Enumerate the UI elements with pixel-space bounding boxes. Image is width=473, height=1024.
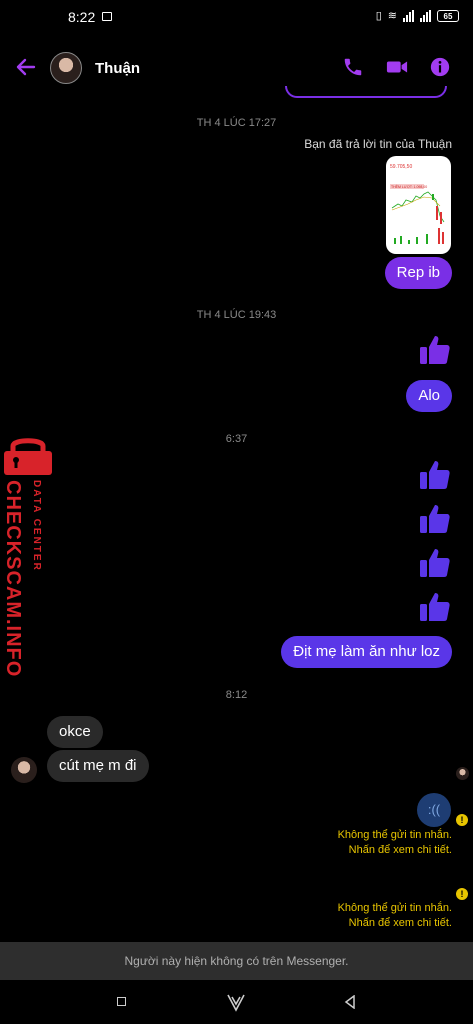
reply-note: Bạn đã trả lời tin của Thuận [304,137,452,151]
contact-name[interactable]: Thuận [95,60,140,77]
chart-thumbnail: 59.705,50 THÊM LƯỢT: 1.098,00 [390,164,445,244]
thumbs-up-icon[interactable] [418,546,452,580]
home-button[interactable] [226,992,246,1012]
timestamp: 8:12 [225,689,248,701]
signal-icon [403,9,414,22]
send-error[interactable]: Không thể gửi tin nhắn. Nhấn để xem chi … [338,828,452,858]
warning-icon: ! [456,888,468,900]
seen-avatar [456,767,469,780]
incoming-message[interactable]: okce [47,716,103,748]
timestamp: 6:37 [225,433,248,445]
system-nav-bar [0,980,473,1024]
warning-icon: ! [456,814,468,826]
watermark-main: CHECKSCAM.INFO [2,480,26,677]
info-icon[interactable] [429,56,451,78]
battery-icon: 65 [437,9,459,22]
thumbs-up-icon[interactable] [418,590,452,624]
failed-message[interactable]: :(( [417,793,451,827]
watermark-top-text: DATA CENTER [31,480,42,572]
watermark: DATA CENTER CHECKSCAM.INFO [2,436,54,677]
send-error[interactable]: Không thể gửi tin nhắn. Nhấn để xem chi … [338,901,452,931]
status-icons: ▯ ≋ 65 [376,9,459,22]
status-time: 8:22 [68,9,96,25]
stock-chart-image[interactable]: 59.705,50 THÊM LƯỢT: 1.098,00 [386,156,451,254]
status-bar: 8:22 ▯ ≋ 65 [0,0,473,34]
phone-call-icon[interactable] [342,56,364,78]
unavailable-notice: Người này hiện không có trên Messenger. [0,942,473,980]
wifi-icon: ≋ [387,10,397,22]
message-rep-ib[interactable]: Rep ib [384,257,452,289]
avatar[interactable] [50,52,82,84]
video-call-icon[interactable] [385,56,409,78]
recent-apps-button[interactable] [117,997,126,1006]
timestamp: TH 4 LÚC 19:43 [196,309,277,321]
error-line: Nhấn để xem chi tiết. [348,844,452,856]
back-button[interactable] [344,995,356,1009]
signal-icon-2 [420,9,431,22]
previous-message-bubble[interactable] [285,86,447,98]
vibrate-icon: ▯ [375,10,382,22]
chart-price: 59.705,50 [390,164,412,170]
watermark-sub: DATA CENTER [28,480,44,620]
incoming-message[interactable]: cút mẹ m đi [47,750,149,782]
thumbs-up-icon[interactable] [418,333,452,367]
padlock-icon [4,438,52,475]
message-long[interactable]: Địt mẹ làm ăn như loz [281,636,452,668]
error-line: Nhấn để xem chi tiết. [348,917,452,929]
message-alo[interactable]: Alo [406,380,452,412]
timestamp: TH 4 LÚC 17:27 [196,117,277,129]
error-line: Không thể gửi tin nhắn. [337,829,452,841]
watermark-main-text: CHECKSCAM.INFO [2,480,24,678]
error-line: Không thể gửi tin nhắn. [337,902,452,914]
thumbs-up-icon[interactable] [418,502,452,536]
sender-avatar[interactable] [11,757,37,783]
chart-tag: THÊM LƯỢT: 1.098,00 [391,184,427,189]
image-notification-icon [102,12,112,21]
thumbs-up-icon[interactable] [418,458,452,492]
back-arrow-icon[interactable] [14,56,36,78]
